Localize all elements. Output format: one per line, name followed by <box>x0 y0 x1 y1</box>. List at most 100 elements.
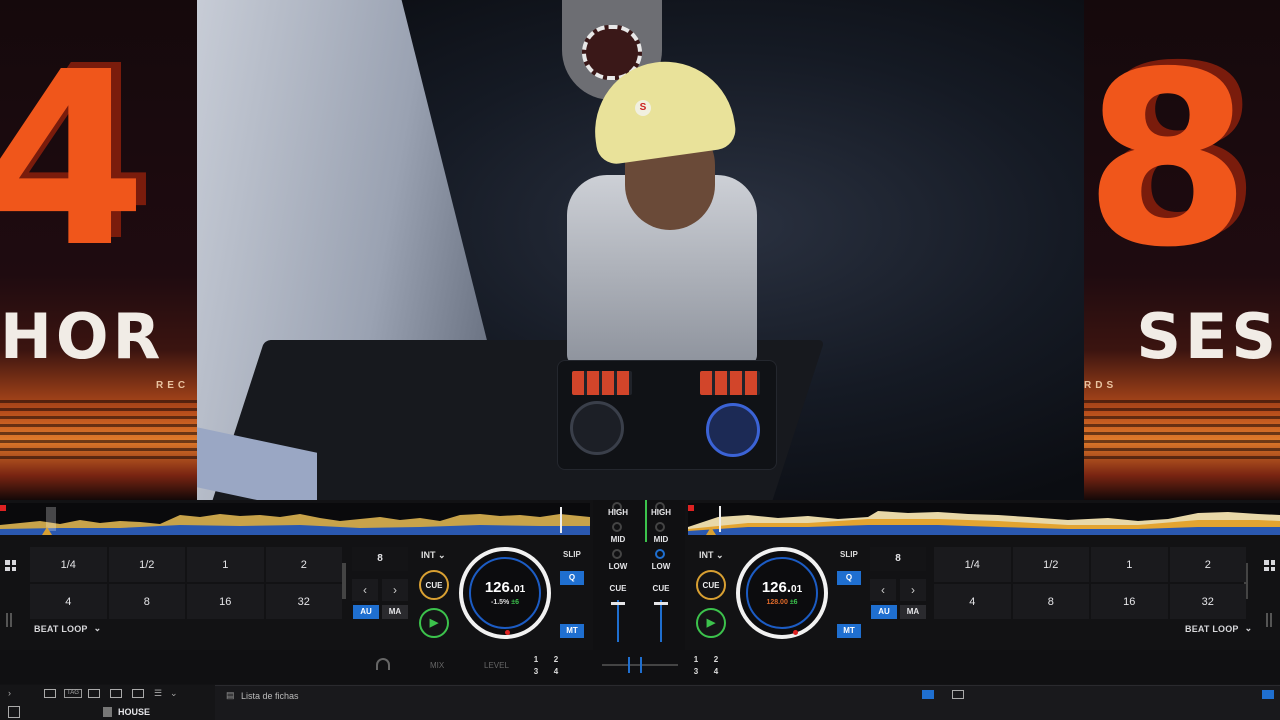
loop-pad-1-2[interactable]: 1/2 <box>1012 547 1089 582</box>
loop-pad-1-2[interactable]: 1/2 <box>108 547 185 582</box>
tag-button[interactable]: TAG <box>64 689 82 698</box>
loop-pad-16[interactable]: 16 <box>187 584 264 619</box>
fx-slot-3[interactable]: 3 <box>526 667 546 679</box>
fx-slot-3[interactable]: 3 <box>686 667 706 679</box>
view-icon[interactable] <box>88 689 100 698</box>
deck-right-slip-button[interactable]: SLIP <box>840 550 858 559</box>
fx-slot-2[interactable]: 2 <box>546 655 566 667</box>
auto-loop-button[interactable]: AU <box>353 605 379 619</box>
grid-view-icon[interactable] <box>952 690 964 699</box>
loop-pad-1[interactable]: 1 <box>1091 547 1168 582</box>
mixer-cue-left-button[interactable]: CUE <box>603 584 633 593</box>
deck-left-cue-button[interactable]: CUE <box>419 570 449 600</box>
loop-double-button[interactable]: › <box>382 579 408 601</box>
eq-mid-left-knob[interactable] <box>612 549 622 559</box>
fx-slot-4[interactable]: 4 <box>546 667 566 679</box>
loop-pad-4[interactable]: 4 <box>30 584 107 619</box>
deck-right-pad-mode-select[interactable]: BEAT LOOP ⌄ <box>1185 623 1252 634</box>
chevron-down-icon: ⌄ <box>1244 623 1253 633</box>
chevron-right-icon[interactable]: › <box>8 688 11 698</box>
loop-pad-8[interactable]: 8 <box>108 584 185 619</box>
list-icon: ▤ <box>226 690 235 700</box>
pad-mode-label: BEAT LOOP <box>1185 623 1239 634</box>
cap-logo: S <box>635 100 651 116</box>
chevron-down-icon[interactable]: ⌄ <box>170 688 178 699</box>
pads-left-scrollbar[interactable] <box>342 563 346 599</box>
deck-left-play-button[interactable]: ▶ <box>419 608 449 638</box>
loop-pad-2[interactable]: 2 <box>265 547 342 582</box>
banner-right: 8 SES RDS <box>1084 0 1280 500</box>
crossfader-cap[interactable] <box>628 657 642 673</box>
eq-high-right-label: HIGH <box>651 508 671 517</box>
fx-slot-1[interactable]: 1 <box>526 655 546 667</box>
deck-right-play-button[interactable]: ▶ <box>696 608 726 638</box>
headphones-icon[interactable] <box>376 658 390 670</box>
deck-left-platter[interactable]: 126.01 -1.5% ±6 <box>459 547 551 639</box>
deck-left-loop-pads: 1/4 1/2 1 2 4 8 16 32 <box>30 547 342 619</box>
volume-fader-right[interactable] <box>660 600 662 642</box>
eq-high-left-label: HIGH <box>608 508 628 517</box>
loop-halve-button[interactable]: ‹ <box>870 579 896 601</box>
loop-size-display[interactable]: 8 <box>870 547 926 571</box>
volume-fader-right-cap[interactable] <box>654 602 668 605</box>
view-icon[interactable] <box>132 689 144 698</box>
loop-pad-1[interactable]: 1 <box>187 547 264 582</box>
fx-slot-1[interactable]: 1 <box>686 655 706 667</box>
deck-left-pad-mode-select[interactable]: BEAT LOOP ⌄ <box>34 623 101 634</box>
eq-mid-right-knob[interactable] <box>655 549 665 559</box>
eq-high-left-knob[interactable] <box>612 522 622 532</box>
pitch-range: ±6 <box>511 599 519 606</box>
deck-right-quantize-button[interactable]: Q <box>837 571 861 585</box>
bpm-decimal: 01 <box>514 584 526 595</box>
controller-pads-right <box>700 371 760 395</box>
banner-left: 4 HOR REC <box>0 0 197 500</box>
deck-left-quantize-button[interactable]: Q <box>560 571 584 585</box>
pads-view-icon[interactable] <box>5 560 16 571</box>
controller-jog-right <box>706 403 760 457</box>
mixer-cue-right-button[interactable]: CUE <box>646 584 676 593</box>
waveform-right[interactable] <box>688 503 1280 535</box>
deck-right-int-select[interactable]: INT ⌄ <box>699 550 724 561</box>
list-view-icon[interactable] <box>922 690 934 699</box>
deck-right-platter[interactable]: 126.01 128.00 ±6 <box>736 547 828 639</box>
loop-pad-1-4[interactable]: 1/4 <box>934 547 1011 582</box>
banner-stripes <box>1084 395 1280 460</box>
deck-left-master-tempo-button[interactable]: MT <box>560 624 584 638</box>
loop-pad-16[interactable]: 16 <box>1091 584 1168 619</box>
loop-pad-4[interactable]: 4 <box>934 584 1011 619</box>
loop-halve-button[interactable]: ‹ <box>352 579 378 601</box>
deck-left-slip-button[interactable]: SLIP <box>563 550 581 559</box>
loop-pad-32[interactable]: 32 <box>265 584 342 619</box>
view-icon[interactable] <box>110 689 122 698</box>
loop-pad-8[interactable]: 8 <box>1012 584 1089 619</box>
eq-high-right-knob[interactable] <box>655 522 665 532</box>
loop-size-display[interactable]: 8 <box>352 547 408 571</box>
browser-layout-icon[interactable] <box>1262 690 1274 699</box>
waveform-left[interactable] <box>0 503 590 535</box>
monitor-icon[interactable] <box>44 689 56 698</box>
loop-pad-1-4[interactable]: 1/4 <box>30 547 107 582</box>
volume-fader-left-cap[interactable] <box>611 602 625 605</box>
waveform-left-flag <box>0 505 6 511</box>
deck-left-int-select[interactable]: INT ⌄ <box>421 550 446 561</box>
deck-right-cue-button[interactable]: CUE <box>696 570 726 600</box>
pads-view-icon[interactable] <box>1264 560 1275 571</box>
deck-left-handle-icon[interactable] <box>6 613 12 627</box>
volume-fader-left[interactable] <box>617 600 619 642</box>
fx-slot-2[interactable]: 2 <box>706 655 726 667</box>
int-label: INT <box>699 550 714 560</box>
auto-loop-button[interactable]: AU <box>871 605 897 619</box>
banner-left-glyph: 4 <box>0 20 147 300</box>
manual-loop-button[interactable]: MA <box>900 605 926 619</box>
sidebar-folder-house[interactable]: HOUSE <box>118 707 150 717</box>
deck-right-master-tempo-button[interactable]: MT <box>837 624 861 638</box>
fx-slot-4[interactable]: 4 <box>706 667 726 679</box>
deck-right-handle-icon[interactable] <box>1266 613 1272 627</box>
fx-right-grid: 1 2 3 4 <box>686 655 726 679</box>
list-icon[interactable]: ☰ <box>154 688 162 699</box>
manual-loop-button[interactable]: MA <box>382 605 408 619</box>
loop-pad-2[interactable]: 2 <box>1169 547 1246 582</box>
loop-pad-32[interactable]: 32 <box>1169 584 1246 619</box>
tab-track-list[interactable]: Lista de fichas <box>241 691 299 701</box>
loop-double-button[interactable]: › <box>900 579 926 601</box>
